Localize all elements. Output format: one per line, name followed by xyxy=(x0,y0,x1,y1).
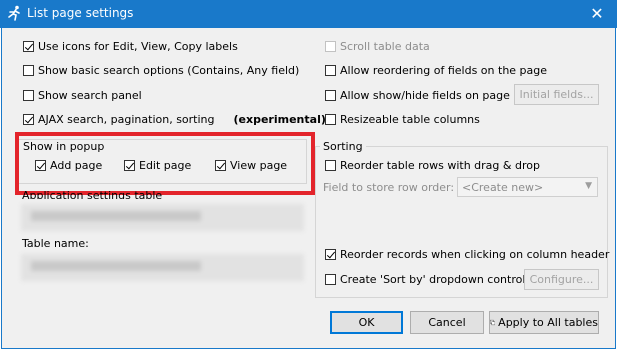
group-title-sorting: Sorting xyxy=(320,140,366,153)
scroll-table-checkbox[interactable]: Scroll table data xyxy=(325,40,430,53)
checkbox-label: Show basic search options (Contains, Any… xyxy=(38,64,300,77)
checkbox-box[interactable] xyxy=(23,41,34,52)
window-title: List page settings xyxy=(27,6,134,20)
row-order-field-label: Field to store row order: xyxy=(323,181,455,194)
sort-by-dropdown-checkbox[interactable]: Create 'Sort by' dropdown control xyxy=(325,273,525,286)
checkbox-label: Reorder records when clicking on column … xyxy=(340,248,610,261)
checkbox-box[interactable] xyxy=(325,160,336,171)
checkbox-label: Reorder table rows with drag & drop xyxy=(340,159,540,172)
app-settings-table-value[interactable] xyxy=(21,204,304,231)
table-name-value[interactable] xyxy=(21,254,304,281)
checkbox-label: Scroll table data xyxy=(340,40,430,53)
checkbox-label: Allow show/hide fields on page xyxy=(340,89,510,102)
checkbox-box[interactable] xyxy=(325,90,336,101)
checkbox-label: Create 'Sort by' dropdown control xyxy=(340,273,526,286)
checkbox-box[interactable] xyxy=(325,274,336,285)
app-settings-table-label: Application settings table xyxy=(22,189,163,199)
basic-search-checkbox[interactable]: Show basic search options (Contains, Any… xyxy=(23,64,299,77)
checkbox-box[interactable] xyxy=(325,249,336,260)
reorder-fields-checkbox[interactable]: Allow reordering of fields on the page xyxy=(325,64,547,77)
checkbox-label: Show search panel xyxy=(38,89,142,102)
close-icon[interactable]: ✕ xyxy=(577,0,617,28)
apply-all-label: Apply to All tables xyxy=(498,316,598,329)
highlight-frame xyxy=(15,132,315,195)
checkbox-label: Use icons for Edit, View, Copy labels xyxy=(38,40,238,53)
table-name-label: Table name: xyxy=(22,237,89,250)
runner-app-icon xyxy=(8,5,20,21)
reorder-header-checkbox[interactable]: Reorder records when clicking on column … xyxy=(325,248,609,261)
row-order-field-select[interactable]: <Create new> ▼ xyxy=(457,177,598,197)
ok-button[interactable]: OK xyxy=(330,311,403,334)
experimental-note: (experimental) xyxy=(233,113,326,126)
drag-drop-checkbox[interactable]: Reorder table rows with drag & drop xyxy=(325,159,540,172)
checkbox-label: Resizeable table columns xyxy=(340,113,480,126)
resizeable-columns-checkbox[interactable]: Resizeable table columns xyxy=(325,113,480,126)
apply-all-button[interactable]: Apply to All tables xyxy=(489,311,599,334)
copy-tables-icon xyxy=(490,319,496,326)
checkbox-box[interactable] xyxy=(23,90,34,101)
checkbox-box[interactable] xyxy=(325,41,336,52)
show-hide-fields-checkbox[interactable]: Allow show/hide fields on page xyxy=(325,89,510,102)
checkbox-label: Allow reordering of fields on the page xyxy=(340,64,548,77)
configure-button[interactable]: Configure... xyxy=(524,269,599,290)
use-icons-checkbox[interactable]: Use icons for Edit, View, Copy labels xyxy=(23,40,238,53)
chevron-down-icon: ▼ xyxy=(585,181,592,191)
ajax-checkbox[interactable]: AJAX search, pagination, sorting (experi… xyxy=(23,113,326,126)
checkbox-box[interactable] xyxy=(325,114,336,125)
checkbox-box[interactable] xyxy=(23,65,34,76)
row-order-field-value: <Create new> xyxy=(462,180,544,194)
checkbox-label: AJAX search, pagination, sorting xyxy=(38,113,215,126)
checkbox-box[interactable] xyxy=(23,114,34,125)
title-bar: List page settings ✕ xyxy=(0,0,617,28)
search-panel-checkbox[interactable]: Show search panel xyxy=(23,89,142,102)
cancel-button[interactable]: Cancel xyxy=(410,311,484,334)
checkbox-box[interactable] xyxy=(325,65,336,76)
initial-fields-button[interactable]: Initial fields... xyxy=(514,84,599,105)
dialog-body: Use icons for Edit, View, Copy labels Sh… xyxy=(1,28,616,349)
